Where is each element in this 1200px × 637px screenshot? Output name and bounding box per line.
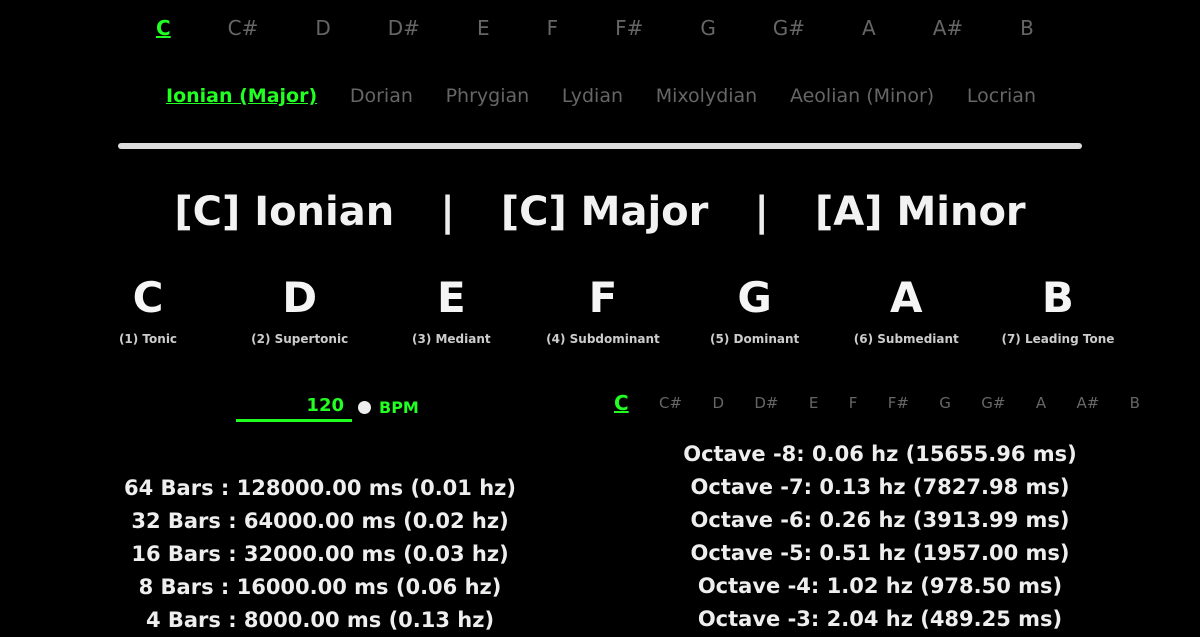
mode-ionian[interactable]: Ionian (Major) xyxy=(166,85,317,107)
list-item: Octave -5: 0.51 hz (1957.00 ms) xyxy=(690,541,1070,565)
octave-key-g-sharp[interactable]: G# xyxy=(981,394,1005,412)
note-dominant: G (5) Dominant xyxy=(685,268,825,358)
key-d-sharp[interactable]: D# xyxy=(382,16,426,40)
note-degree: (6) Submediant xyxy=(853,332,959,346)
scale-notes: C (1) Tonic D (2) Supertonic E (3) Media… xyxy=(78,268,1128,358)
note-degree: (2) Supertonic xyxy=(251,332,349,346)
octave-key-g[interactable]: G xyxy=(939,394,951,412)
octave-key-b[interactable]: B xyxy=(1130,394,1140,412)
bpm-input[interactable] xyxy=(236,392,352,422)
list-item: 8 Bars : 16000.00 ms (0.06 hz) xyxy=(138,575,502,599)
key-g-sharp[interactable]: G# xyxy=(767,16,811,40)
bpm-control: BPM xyxy=(236,390,436,424)
octave-key-d-sharp[interactable]: D# xyxy=(754,394,778,412)
mode-selector: Ionian (Major) Dorian Phrygian Lydian Mi… xyxy=(166,78,1036,114)
note-letter: F xyxy=(588,273,618,322)
note-degree: (4) Subdominant xyxy=(546,332,660,346)
mode-mixolydian[interactable]: Mixolydian xyxy=(656,85,758,107)
list-item: 4 Bars : 8000.00 ms (0.13 hz) xyxy=(145,608,495,632)
tempo-dot-icon xyxy=(358,400,371,414)
bpm-unit-label: BPM xyxy=(379,397,419,417)
title-minor: [A] Minor xyxy=(815,189,1026,235)
note-letter: E xyxy=(436,273,466,322)
title-ionian: [C] Ionian xyxy=(174,189,395,235)
list-item: 16 Bars : 32000.00 ms (0.03 hz) xyxy=(131,542,509,566)
divider xyxy=(118,143,1082,149)
note-letter: D xyxy=(282,273,318,322)
mode-aeolian[interactable]: Aeolian (Minor) xyxy=(790,85,934,107)
key-selector: C C# D D# E F F# G G# A A# B xyxy=(150,8,1040,48)
octave-key-f[interactable]: F xyxy=(849,394,858,412)
octave-key-e[interactable]: E xyxy=(809,394,818,412)
note-letter: G xyxy=(737,273,772,322)
mode-locrian[interactable]: Locrian xyxy=(967,85,1036,107)
list-item: 32 Bars : 64000.00 ms (0.02 hz) xyxy=(131,509,509,533)
title-separator: | xyxy=(754,189,769,235)
note-supertonic: D (2) Supertonic xyxy=(230,268,370,358)
note-letter: A xyxy=(890,273,923,322)
key-a[interactable]: A xyxy=(856,16,882,40)
octave-frequencies: Octave -8: 0.06 hz (15655.96 ms) Octave … xyxy=(650,438,1110,636)
key-f-sharp[interactable]: F# xyxy=(609,16,649,40)
note-degree: (3) Mediant xyxy=(411,332,491,346)
bar-durations: 64 Bars : 128000.00 ms (0.01 hz) 32 Bars… xyxy=(90,472,550,637)
key-d[interactable]: D xyxy=(309,16,336,40)
octave-key-f-sharp[interactable]: F# xyxy=(888,394,909,412)
key-f[interactable]: F xyxy=(541,16,565,40)
list-item: Octave -4: 1.02 hz (978.50 ms) xyxy=(697,574,1063,598)
octave-key-a-sharp[interactable]: A# xyxy=(1076,394,1099,412)
note-degree: (5) Dominant xyxy=(710,332,800,346)
key-e[interactable]: E xyxy=(471,16,496,40)
mode-lydian[interactable]: Lydian xyxy=(562,85,623,107)
title-major: [C] Major xyxy=(500,189,709,235)
note-submediant: A (6) Submediant xyxy=(836,268,976,358)
title-separator: | xyxy=(440,189,455,235)
octave-key-a[interactable]: A xyxy=(1036,394,1046,412)
octave-key-selector: C C# D D# E F F# G G# A A# B xyxy=(614,388,1140,418)
note-degree: (7) Leading Tone xyxy=(1001,332,1115,346)
note-tonic: C (1) Tonic xyxy=(78,268,218,358)
note-subdominant: F (4) Subdominant xyxy=(533,268,673,358)
note-leading-tone: B (7) Leading Tone xyxy=(988,268,1128,358)
scale-title: [C] Ionian | [C] Major | [A] Minor xyxy=(0,182,1200,242)
note-letter: B xyxy=(1041,273,1074,322)
note-degree: (1) Tonic xyxy=(118,332,178,346)
note-letter: C xyxy=(132,273,164,322)
list-item: Octave -7: 0.13 hz (7827.98 ms) xyxy=(690,475,1070,499)
list-item: Octave -6: 0.26 hz (3913.99 ms) xyxy=(690,508,1070,532)
key-g[interactable]: G xyxy=(694,16,722,40)
list-item: 64 Bars : 128000.00 ms (0.01 hz) xyxy=(124,476,516,500)
mode-phrygian[interactable]: Phrygian xyxy=(446,85,530,107)
list-item: Octave -3: 2.04 hz (489.25 ms) xyxy=(697,607,1063,631)
octave-key-c-sharp[interactable]: C# xyxy=(659,394,682,412)
list-item: Octave -8: 0.06 hz (15655.96 ms) xyxy=(683,442,1077,466)
mode-dorian[interactable]: Dorian xyxy=(350,85,413,107)
octave-key-c[interactable]: C xyxy=(614,391,629,415)
key-b[interactable]: B xyxy=(1014,16,1040,40)
octave-key-d[interactable]: D xyxy=(712,394,724,412)
note-mediant: E (3) Mediant xyxy=(381,268,521,358)
key-a-sharp[interactable]: A# xyxy=(927,16,969,40)
key-c[interactable]: C xyxy=(150,16,177,40)
key-c-sharp[interactable]: C# xyxy=(222,16,265,40)
